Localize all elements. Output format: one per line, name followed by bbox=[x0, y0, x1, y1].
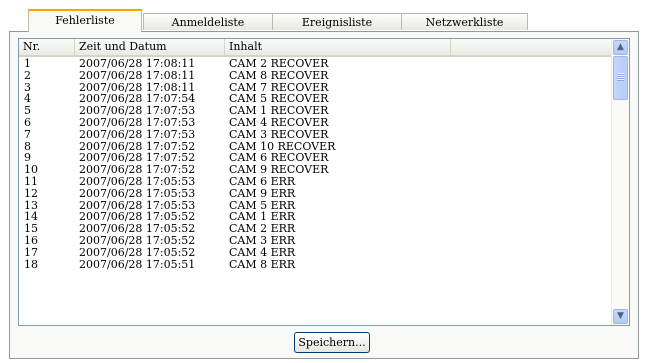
chevron-down-icon[interactable]: ▼ bbox=[613, 309, 628, 324]
row-datetime: 2007/06/28 17:07:53 bbox=[79, 127, 196, 141]
table-row[interactable]: 6 2007/06/28 17:07:53 CAM 4 RECOVER bbox=[19, 117, 613, 129]
column-header-datetime[interactable]: Zeit und Datum bbox=[75, 39, 225, 55]
row-content: CAM 6 ERR bbox=[229, 174, 296, 188]
grip-icon bbox=[617, 73, 624, 81]
row-number: 12 bbox=[24, 186, 38, 200]
column-header-filler bbox=[451, 39, 613, 55]
row-datetime: 2007/06/28 17:05:52 bbox=[79, 233, 196, 247]
row-number: 11 bbox=[24, 174, 38, 188]
tab-bar: Fehlerliste Anmeldeliste Ereignisliste N… bbox=[9, 9, 639, 32]
row-number: 6 bbox=[24, 115, 31, 129]
row-content: CAM 9 ERR bbox=[229, 186, 296, 200]
row-content: CAM 3 ERR bbox=[229, 233, 296, 247]
table-row[interactable]: 17 2007/06/28 17:05:52 CAM 4 ERR bbox=[19, 245, 613, 259]
list-header: Nr. Zeit und Datum Inhalt bbox=[19, 39, 613, 57]
row-datetime: 2007/06/28 17:05:53 bbox=[79, 174, 196, 188]
chevron-up-icon[interactable]: ▲ bbox=[613, 40, 628, 55]
tab-fehlerliste[interactable]: Fehlerliste bbox=[28, 9, 142, 32]
table-row[interactable]: 11 2007/06/28 17:05:53 CAM 6 ERR bbox=[19, 176, 613, 188]
tab-anmeldeliste[interactable]: Anmeldeliste bbox=[143, 13, 273, 30]
column-header-nr[interactable]: Nr. bbox=[19, 39, 75, 55]
row-datetime: 2007/06/28 17:05:51 bbox=[79, 257, 196, 271]
row-content: CAM 4 ERR bbox=[229, 245, 296, 259]
row-number: 17 bbox=[24, 245, 38, 259]
row-content: CAM 4 RECOVER bbox=[229, 115, 329, 129]
row-number: 7 bbox=[24, 127, 31, 141]
table-row[interactable]: 18 2007/06/28 17:05:51 CAM 8 ERR bbox=[19, 257, 613, 271]
list-rows: 1 2007/06/28 17:08:11 CAM 2 RECOVER 2 2007/0… bbox=[19, 58, 613, 270]
row-content: CAM 3 RECOVER bbox=[229, 127, 329, 141]
scrollbar-thumb[interactable] bbox=[613, 56, 628, 100]
row-number: 2 bbox=[24, 68, 31, 82]
tab-panel: Nr. Zeit und Datum Inhalt 1 2007/06/28 17… bbox=[9, 31, 639, 359]
row-content: CAM 8 RECOVER bbox=[229, 68, 329, 82]
row-datetime: 2007/06/28 17:05:53 bbox=[79, 186, 196, 200]
table-row[interactable]: 16 2007/06/28 17:05:52 CAM 3 ERR bbox=[19, 235, 613, 247]
table-row[interactable]: 7 2007/06/28 17:07:53 CAM 3 RECOVER bbox=[19, 127, 613, 141]
error-list[interactable]: Nr. Zeit und Datum Inhalt 1 2007/06/28 17… bbox=[18, 38, 630, 326]
table-row[interactable]: 2 2007/06/28 17:08:11 CAM 8 RECOVER bbox=[19, 68, 613, 82]
row-datetime: 2007/06/28 17:07:53 bbox=[79, 115, 196, 129]
column-header-content[interactable]: Inhalt bbox=[225, 39, 451, 55]
table-row[interactable]: 12 2007/06/28 17:05:53 CAM 9 ERR bbox=[19, 186, 613, 200]
row-datetime: 2007/06/28 17:08:11 bbox=[79, 68, 196, 82]
vertical-scrollbar[interactable]: ▲ ▼ bbox=[611, 39, 629, 325]
row-number: 16 bbox=[24, 233, 38, 247]
tab-ereignisliste[interactable]: Ereignisliste bbox=[272, 13, 402, 30]
tab-netzwerkliste[interactable]: Netzwerkliste bbox=[401, 13, 528, 30]
row-number: 18 bbox=[24, 257, 38, 271]
save-button[interactable]: Speichern... bbox=[294, 332, 370, 353]
row-content: CAM 8 ERR bbox=[229, 257, 296, 271]
row-datetime: 2007/06/28 17:05:52 bbox=[79, 245, 196, 259]
